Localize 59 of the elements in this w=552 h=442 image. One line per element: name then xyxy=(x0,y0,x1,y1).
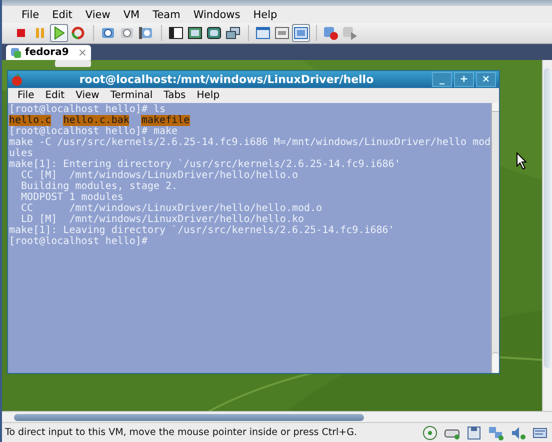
reset-icon xyxy=(70,25,86,41)
menu-item[interactable]: Edit xyxy=(46,8,79,20)
network-icon[interactable] xyxy=(488,424,504,440)
speaker-icon[interactable] xyxy=(510,424,526,440)
window-icon xyxy=(274,25,290,41)
record-icon xyxy=(323,25,339,41)
terminal-line: make[1]: Leaving directory `/usr/src/kernels/2.6.25-14.fc9.i686' xyxy=(9,225,394,236)
terminal-line: LD [M] /mnt/windows/LinuxDriver/hello/hello.ko xyxy=(20,214,304,225)
window-icon xyxy=(293,25,309,41)
cursor-icon xyxy=(516,152,528,170)
window-icon xyxy=(225,25,241,41)
menu-item[interactable]: VM xyxy=(116,8,146,20)
terminal-line: CC [M] /mnt/windows/LinuxDriver/hello/hello.o xyxy=(20,170,298,181)
window-icon xyxy=(187,25,203,41)
menu-item[interactable]: Team xyxy=(146,8,187,20)
menu-item[interactable]: File xyxy=(15,8,46,20)
horizontal-scrollbar[interactable] xyxy=(2,411,552,422)
file-name: makefile xyxy=(141,115,190,126)
shell-prompt: [root@localhost hello]# xyxy=(9,236,148,247)
window-control[interactable]: _ xyxy=(432,72,452,87)
toolbar-button[interactable] xyxy=(224,24,242,42)
disc-icon[interactable] xyxy=(422,424,438,440)
terminal-line: [root@localhost hello]# make xyxy=(9,126,178,137)
close-icon[interactable]: × xyxy=(78,46,88,59)
terminal-line: CC /mnt/windows/LinuxDriver/hello/hello.mod.o xyxy=(20,203,322,214)
menu-item[interactable]: Terminal xyxy=(104,90,158,101)
toolbar-button[interactable] xyxy=(167,24,185,42)
menu-item[interactable]: View xyxy=(70,90,105,101)
window-icon xyxy=(168,25,184,41)
window-icon xyxy=(255,25,271,41)
terminal-line: MODPOST 1 modules xyxy=(20,192,124,203)
menu-item[interactable]: Tabs xyxy=(158,90,192,101)
window-title: root@localhost:/mnt/windows/LinuxDriver/hello xyxy=(78,73,375,86)
menu-item[interactable]: Windows xyxy=(186,8,247,20)
toolbar-button[interactable] xyxy=(186,24,204,42)
tomato-icon xyxy=(11,74,23,86)
window-icon xyxy=(206,25,222,41)
menu-item[interactable]: File xyxy=(12,90,40,101)
window-control[interactable]: + xyxy=(454,72,474,87)
vertical-scrollbar[interactable] xyxy=(542,60,552,411)
play-icon xyxy=(342,25,358,41)
file-name: hello.c.bak xyxy=(63,115,130,126)
terminal-line: make[1]: Entering directory `/usr/src/kernels/2.6.25-14.fc9.i686' xyxy=(9,159,400,170)
menu-item[interactable]: Help xyxy=(191,90,226,101)
vm-icon xyxy=(10,46,22,58)
status-message: To direct input to this VM, move the mouse pointer inside or press Ctrl+G. xyxy=(5,427,358,438)
toolbar-button[interactable] xyxy=(205,24,223,42)
file-name: hello.c xyxy=(9,115,52,126)
menu-item[interactable]: Help xyxy=(246,8,284,20)
terminal-line: ules xyxy=(9,148,34,159)
vm-tab[interactable]: fedora9 × xyxy=(6,45,92,60)
terminal-line: [root@localhost hello]# ls xyxy=(9,104,166,115)
menu-item[interactable]: Edit xyxy=(40,90,70,101)
window-control[interactable]: × xyxy=(476,72,496,87)
terminal-line: make -C /usr/src/kernels/2.6.25-14.fc9.i686 M=/mnt/windows/LinuxDriver/hello mod xyxy=(9,137,491,148)
floppy-icon[interactable] xyxy=(466,424,482,440)
menu-item[interactable]: View xyxy=(78,8,117,20)
scrollbar[interactable] xyxy=(490,103,499,373)
terminal-line: Building modules, stage 2. xyxy=(20,181,178,192)
